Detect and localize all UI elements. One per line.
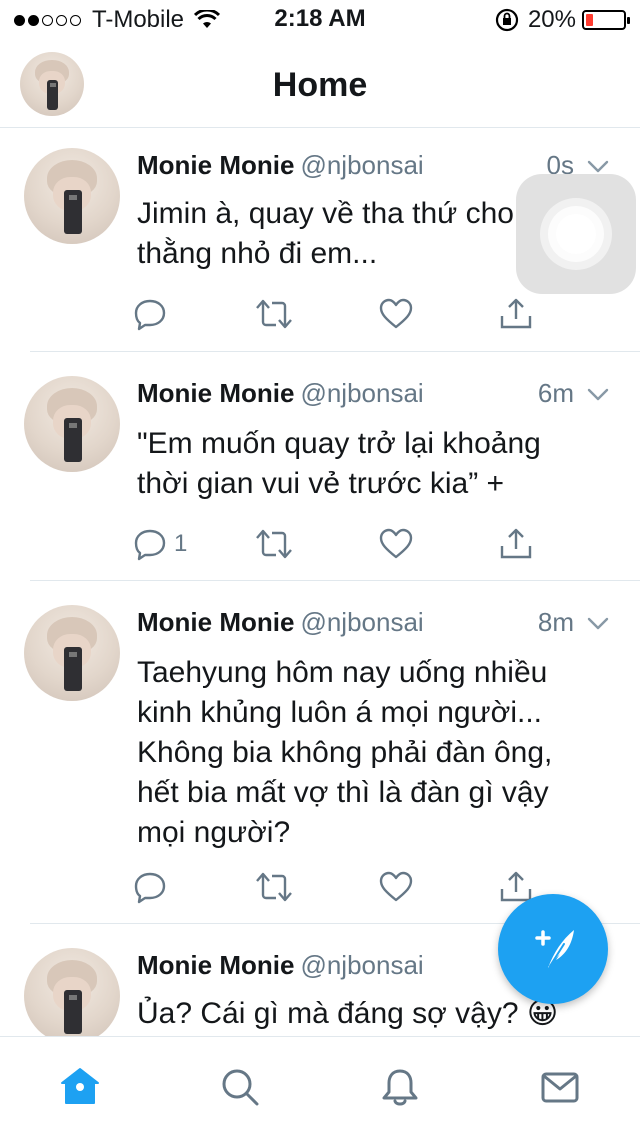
tab-bar	[0, 1036, 640, 1136]
tweet-avatar[interactable]	[24, 948, 120, 1036]
share-button[interactable]	[498, 294, 534, 334]
tweet-actions: 1	[132, 524, 552, 564]
retweet-button[interactable]	[254, 867, 294, 907]
page-title: Home	[272, 66, 368, 104]
battery-percent: 20%	[527, 6, 576, 33]
status-bar: T-Mobile 2:18 AM 20%	[0, 0, 640, 40]
tweet-author-name[interactable]: Monie Monie	[137, 607, 294, 637]
tweet-author-name[interactable]: Monie Monie	[137, 150, 294, 180]
tweet-avatar[interactable]	[24, 148, 120, 244]
tab-messages[interactable]	[538, 1065, 582, 1109]
tweet-author-handle: @njbonsai	[300, 150, 424, 180]
tweet-timestamp: 8m	[537, 607, 574, 637]
retweet-button[interactable]	[254, 294, 294, 334]
tweet-item[interactable]: Monie Monie @njbonsai 8m Taehyung hôm nay…	[0, 581, 640, 924]
heart-icon	[379, 871, 413, 902]
tweet-author-name[interactable]: Monie Monie	[137, 950, 294, 980]
tab-home[interactable]	[58, 1065, 102, 1109]
tweet-author-handle: @njbonsai	[300, 950, 424, 980]
tweet-avatar[interactable]	[24, 376, 120, 472]
tweet-avatar[interactable]	[24, 605, 120, 701]
tweet-author-name[interactable]: Monie Monie	[137, 378, 294, 408]
tweet-author: Monie Monie @njbonsai	[137, 950, 424, 981]
tweet-author: Monie Monie @njbonsai	[137, 378, 424, 409]
home-icon	[61, 1068, 99, 1104]
reply-icon	[134, 872, 166, 904]
chevron-down-icon[interactable]	[586, 382, 610, 406]
status-right: 20%	[494, 6, 630, 34]
compose-feather-icon	[535, 930, 574, 968]
messages-icon	[541, 1072, 579, 1103]
heart-icon	[379, 528, 413, 559]
tweet-author-handle: @njbonsai	[300, 607, 424, 637]
battery-icon	[582, 10, 630, 30]
header: Home	[0, 40, 640, 128]
tweet-text: Taehyung hôm nay uống nhiều kinh khủng l…	[137, 656, 553, 849]
share-button[interactable]	[498, 524, 534, 564]
tweet-timestamp: 6m	[537, 378, 574, 408]
like-button[interactable]	[378, 524, 414, 564]
like-button[interactable]	[378, 867, 414, 907]
retweet-icon	[256, 299, 292, 329]
tweet-author-handle: @njbonsai	[300, 378, 424, 408]
tweet-actions	[132, 867, 552, 907]
tweet-item[interactable]: Monie Monie @njbonsai 6m "Em muốn quay tr…	[0, 352, 640, 581]
tab-notifications[interactable]	[378, 1065, 422, 1109]
tab-search[interactable]	[218, 1065, 262, 1109]
reply-icon	[134, 529, 166, 561]
chevron-down-icon[interactable]	[586, 611, 610, 635]
assistive-touch-button[interactable]	[516, 174, 636, 294]
search-icon	[222, 1069, 259, 1106]
retweet-icon	[256, 872, 292, 902]
like-button[interactable]	[378, 294, 414, 334]
reply-icon	[134, 299, 166, 331]
tweet-author: Monie Monie @njbonsai	[137, 607, 424, 638]
reply-count: 1	[174, 530, 188, 557]
tweet-author: Monie Monie @njbonsai	[137, 150, 424, 181]
heart-icon	[379, 298, 413, 329]
reply-button[interactable]	[132, 867, 174, 907]
orientation-lock-icon	[495, 8, 519, 32]
reply-button[interactable]	[132, 294, 174, 334]
share-icon	[500, 298, 532, 329]
retweet-button[interactable]	[254, 524, 294, 564]
notifications-icon	[382, 1069, 418, 1106]
tweet-actions	[132, 294, 552, 334]
retweet-icon	[256, 529, 292, 559]
share-icon	[500, 528, 532, 559]
reply-button[interactable]: 1	[132, 524, 187, 564]
compose-tweet-button[interactable]	[498, 894, 608, 1004]
tweet-text: "Em muốn quay trở lại khoảng thời gian v…	[137, 427, 541, 500]
